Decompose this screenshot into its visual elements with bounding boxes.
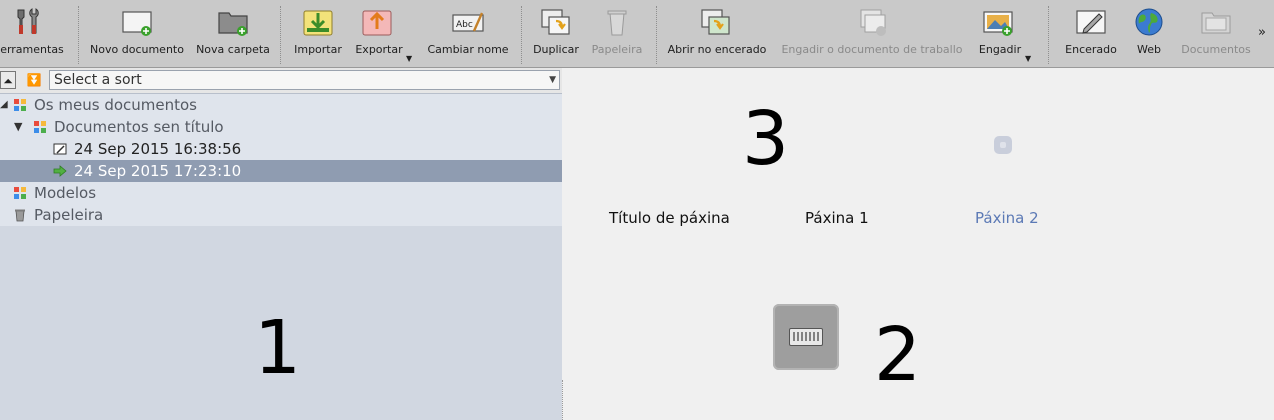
document-tree-panel: ⏶ ⏬ Select a sort ▼ ◢ Os meus documentos… <box>0 68 562 420</box>
toolbar-item-label: Importar <box>294 43 342 56</box>
tree-item-document[interactable]: 24 Sep 2015 16:38:56 <box>0 138 562 160</box>
toolbar-item-label: Cambiar nome <box>427 43 509 56</box>
page-1-thumbnail-label[interactable]: Páxina 1 <box>805 209 869 227</box>
keyboard-icon <box>789 328 823 346</box>
expand-down-icon[interactable]: ⏬ <box>26 71 42 89</box>
toolbar-separator <box>656 6 657 64</box>
annotation-number-3: 3 <box>742 96 790 182</box>
edit-document-icon <box>53 143 67 155</box>
toolbar-item-label: Papeleira <box>591 43 643 56</box>
dropdown-arrow-icon[interactable]: ▼ <box>1025 54 1031 63</box>
expand-toggle-icon[interactable]: ◢ <box>0 94 8 116</box>
page-2-thumbnail-label[interactable]: Páxina 2 <box>975 209 1039 227</box>
tree-item-label: 24 Sep 2015 17:23:10 <box>74 162 242 180</box>
new-folder-button[interactable]: Nova carpeta <box>192 0 274 67</box>
documents-folder-icon <box>1201 12 1231 34</box>
tools-icon <box>17 8 39 34</box>
models-icon <box>14 187 26 199</box>
toolbar-item-label: Web <box>1137 43 1161 56</box>
main-toolbar: erramentas Novo documento Nova carpeta I… <box>0 0 1274 68</box>
page-title-thumbnail-label[interactable]: Título de páxina <box>609 209 730 227</box>
add-working-document-button[interactable]: Engadir o documento de traballo <box>776 0 968 67</box>
chevron-down-icon: ▼ <box>549 75 556 85</box>
add-image-icon <box>983 11 1013 36</box>
new-document-icon <box>122 11 152 36</box>
add-button[interactable]: Engadir ▼ <box>972 0 1031 67</box>
new-document-button[interactable]: Novo documento <box>86 0 188 67</box>
documents-button[interactable]: Documentos <box>1176 0 1256 67</box>
trash-button[interactable]: Papeleira <box>586 0 648 67</box>
tree-item-label: Documentos sen título <box>54 118 224 136</box>
sort-bar: ⏶ ⏬ Select a sort ▼ <box>0 68 562 94</box>
tree-item-models[interactable]: Modelos <box>0 182 562 204</box>
export-icon <box>362 10 392 36</box>
duplicate-icon <box>541 9 570 35</box>
collapse-up-icon[interactable]: ⏶ <box>0 71 16 89</box>
expand-toggle-icon[interactable]: ▼ <box>14 116 22 138</box>
add-working-document-icon <box>860 9 886 36</box>
my-documents-icon <box>14 99 26 111</box>
whiteboard-icon <box>1076 10 1106 34</box>
tree-item-label: Os meus documentos <box>34 96 197 114</box>
tree-item-document-selected[interactable]: 24 Sep 2015 17:23:10 <box>0 160 562 182</box>
folder-icon <box>34 121 46 133</box>
whiteboard-button[interactable]: Encerado <box>1060 0 1122 67</box>
open-in-journal-button[interactable]: Abrir no encerado <box>662 0 772 67</box>
web-button[interactable]: Web <box>1128 0 1170 67</box>
toolbar-separator <box>521 6 522 64</box>
toolbar-separator <box>78 6 79 64</box>
dropdown-arrow-icon[interactable]: ▼ <box>406 54 412 63</box>
sort-select[interactable]: Select a sort ▼ <box>49 70 560 90</box>
new-folder-icon <box>218 12 248 36</box>
sort-select-value: Select a sort <box>54 72 142 88</box>
tools-button[interactable]: erramentas <box>0 0 70 67</box>
toolbar-item-label: Novo documento <box>90 43 184 56</box>
rename-icon: Abc <box>452 12 484 32</box>
trash-icon <box>15 209 25 222</box>
duplicate-button[interactable]: Duplicar <box>530 0 582 67</box>
tree-item-my-documents[interactable]: ◢ Os meus documentos <box>0 94 562 116</box>
tree-item-untitled-documents[interactable]: ▼ Documentos sen título <box>0 116 562 138</box>
tree-item-trash[interactable]: Papeleira <box>0 204 562 226</box>
rename-button[interactable]: Abc Cambiar nome <box>424 0 512 67</box>
toolbar-item-label: Engadir o documento de traballo <box>781 43 963 56</box>
tree-item-label: Modelos <box>34 184 97 202</box>
globe-icon <box>1135 8 1163 36</box>
export-button[interactable]: Exportar ▼ <box>350 0 412 67</box>
toolbar-item-label: Duplicar <box>533 43 579 56</box>
toolbar-item-label: Documentos <box>1181 43 1251 56</box>
import-icon <box>303 10 333 36</box>
open-in-journal-icon <box>701 9 730 35</box>
svg-text:Abc: Abc <box>456 20 473 30</box>
toolbar-item-label: Engadir <box>978 43 1022 56</box>
toolbar-item-label: Exportar <box>355 43 403 56</box>
toolbar-overflow-button[interactable]: » <box>1258 25 1266 40</box>
toolbar-separator <box>1048 6 1049 64</box>
current-document-arrow-icon <box>53 165 67 177</box>
toolbar-separator <box>280 6 281 64</box>
trash-icon <box>607 10 627 36</box>
keyboard-button[interactable] <box>773 304 839 370</box>
toolbar-item-label: Nova carpeta <box>196 43 270 56</box>
toolbar-item-label: Encerado <box>1065 43 1117 56</box>
toolbar-item-label: Abrir no encerado <box>667 43 767 56</box>
import-button[interactable]: Importar <box>288 0 348 67</box>
annotation-number-1: 1 <box>254 305 302 391</box>
panel-resize-handle[interactable] <box>562 380 567 420</box>
tree-item-label: Papeleira <box>34 206 104 224</box>
toolbar-item-label: erramentas <box>0 43 64 56</box>
page-thumbnail-icon[interactable] <box>994 136 1012 154</box>
tree-item-label: 24 Sep 2015 16:38:56 <box>74 140 242 158</box>
annotation-number-2: 2 <box>874 312 922 398</box>
